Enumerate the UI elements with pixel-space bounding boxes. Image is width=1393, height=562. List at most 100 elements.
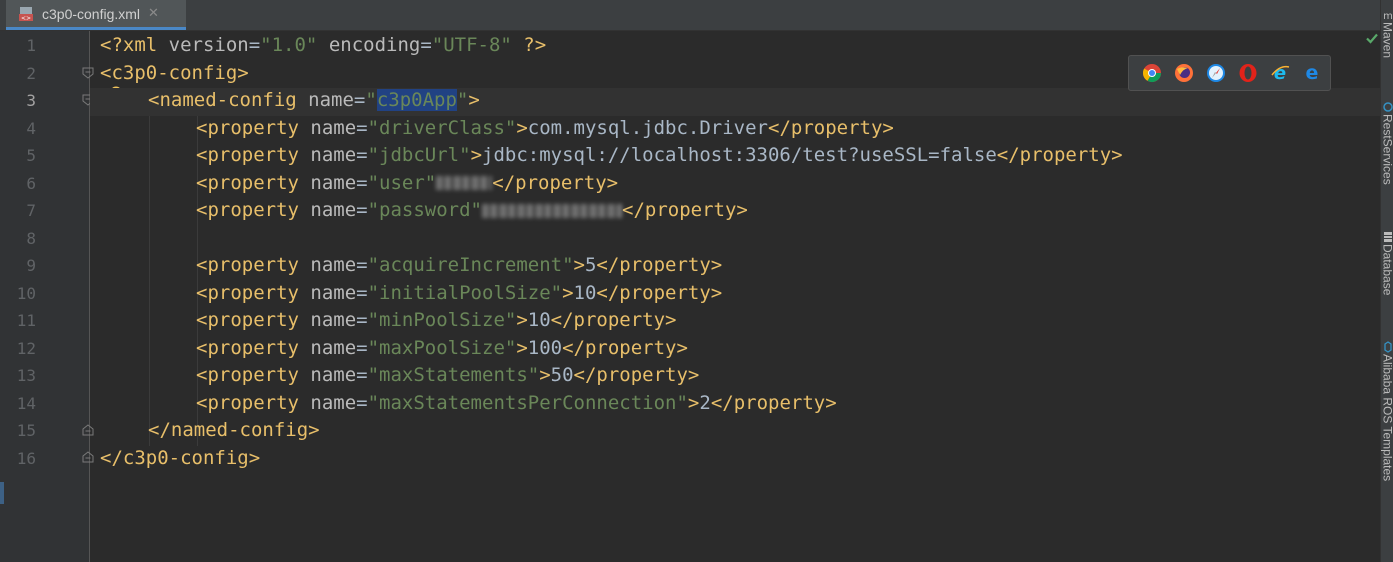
tag-close: > <box>687 391 700 414</box>
attribute-value: "minPoolSize" <box>367 309 517 331</box>
close-icon[interactable]: ✕ <box>148 6 159 21</box>
code-line-11: <property name="minPoolSize">10</propert… <box>196 307 677 335</box>
equals-sign: = <box>356 171 368 194</box>
element-text: com.mysql.jdbc.Driver <box>527 116 768 139</box>
attribute-value: "UTF-8" <box>431 34 512 56</box>
attribute-value: "driverClass" <box>367 116 517 139</box>
database-tool-label: Database <box>1380 244 1393 296</box>
attribute-value: "maxStatements" <box>367 364 540 386</box>
alibaba-ros-templates-tool-label: Alibaba ROS Templates <box>1380 354 1393 482</box>
code-line-16: </c3p0-config> <box>100 445 260 473</box>
tag-close: > <box>516 309 528 331</box>
database-tool-tab[interactable]: Database <box>1381 228 1393 295</box>
equals-sign: = <box>356 391 368 414</box>
open-tag: <c3p0-config> <box>100 61 249 84</box>
close-tag: </property> <box>573 364 700 386</box>
equals-sign: = <box>356 309 368 331</box>
attribute-name: name <box>298 171 357 194</box>
opera-icon[interactable] <box>1237 62 1259 84</box>
line-number: 11 <box>16 311 36 330</box>
scroll-position-marker <box>0 482 4 504</box>
restservices-tool-label: RestServices <box>1380 114 1393 185</box>
indent-guide <box>149 116 150 446</box>
attribute-name: name <box>298 144 357 166</box>
restservices-tool-tab[interactable]: RestServices <box>1381 98 1393 185</box>
firefox-icon[interactable] <box>1173 62 1195 84</box>
element-text: jdbc:mysql://localhost:3306/test?useSSL=… <box>482 144 997 166</box>
line-number: 14 <box>16 393 36 413</box>
attribute-name: name <box>298 391 357 414</box>
chrome-icon[interactable] <box>1141 62 1163 84</box>
attribute-value: "initialPoolSize" <box>367 281 563 304</box>
attribute-name: name <box>298 336 357 359</box>
xml-declaration-close: ?> <box>511 34 547 56</box>
open-tag: <property <box>196 309 299 331</box>
code-line-13: <property name="maxStatements">50</prope… <box>196 362 699 390</box>
open-tag: <property <box>196 364 299 386</box>
line-number: 10 <box>16 283 36 303</box>
open-tag: <property <box>196 391 299 414</box>
attribute-value: "1.0" <box>260 34 318 56</box>
equals-sign: = <box>356 254 368 276</box>
line-number: 5 <box>26 146 36 165</box>
svg-text:m: m <box>1383 11 1393 21</box>
close-tag: </property> <box>622 199 748 221</box>
maven-tool-label: Maven <box>1380 22 1393 59</box>
file-tab[interactable]: <> c3p0-config.xml ✕ <box>6 0 186 30</box>
line-number: 1 <box>26 36 36 55</box>
alibaba-ros-templates-tool-tab[interactable]: Alibaba ROS Templates <box>1381 338 1393 481</box>
maven-tool-tab[interactable]: m Maven <box>1381 6 1393 58</box>
open-tag: <property <box>196 254 299 276</box>
attribute-value: "user" <box>367 171 437 194</box>
close-tag: </property> <box>768 116 894 139</box>
code-editor[interactable]: <?xml version="1.0" encoding="UTF-8" ?> … <box>90 31 1380 562</box>
line-number: 16 <box>16 448 36 468</box>
right-tool-strip: m Maven RestServices Database Alibaba RO… <box>1380 0 1393 562</box>
maven-icon: m <box>1383 6 1393 22</box>
equals-sign: = <box>356 144 368 166</box>
equals-sign: = <box>420 34 432 56</box>
edge-icon[interactable]: e <box>1301 62 1323 84</box>
close-tag: </property> <box>596 281 723 304</box>
code-line-7: <property name="password" </property> <box>196 197 748 225</box>
inspection-ok-check-icon[interactable] <box>1364 30 1380 46</box>
selected-text[interactable]: c3p0App <box>376 89 457 111</box>
internet-explorer-icon[interactable]: e <box>1269 62 1291 84</box>
attribute-name: name <box>296 89 354 111</box>
equals-sign: = <box>356 336 368 359</box>
code-line-4: <property name="driverClass">com.mysql.j… <box>196 115 894 143</box>
line-number: 2 <box>26 63 36 83</box>
attribute-value: "acquireIncrement" <box>367 254 574 276</box>
code-line-6: <property name="user" </property> <box>196 170 618 198</box>
close-tag: </property> <box>550 309 677 331</box>
file-tab-label: c3p0-config.xml <box>42 5 141 22</box>
line-number: 6 <box>26 173 36 193</box>
equals-sign: = <box>356 199 368 221</box>
element-text: 50 <box>550 364 574 386</box>
attribute-value: "jdbcUrl" <box>367 144 471 166</box>
line-number: 9 <box>26 256 36 275</box>
alibaba-cloud-icon <box>1383 338 1393 353</box>
close-tag: </c3p0-config> <box>100 446 261 469</box>
open-tag: <property <box>196 144 299 166</box>
open-tag: <named-config <box>148 89 297 111</box>
element-text: 100 <box>527 336 563 359</box>
attribute-quote: " <box>365 89 377 111</box>
code-line-15: </named-config> <box>148 417 320 445</box>
xml-file-icon: <> <box>18 6 34 22</box>
line-number: 12 <box>16 338 36 358</box>
redacted-value <box>436 176 493 190</box>
open-tag: <property <box>196 171 299 194</box>
open-tag: <property <box>196 336 299 359</box>
code-line-12: <property name="maxPoolSize">100</proper… <box>196 335 688 363</box>
attribute-value: "maxPoolSize" <box>367 336 517 359</box>
equals-sign: = <box>248 34 261 56</box>
close-tag: </property> <box>996 144 1123 166</box>
open-in-browser-bar: e e <box>1128 55 1331 91</box>
rest-services-icon <box>1382 98 1393 112</box>
safari-icon[interactable] <box>1205 62 1227 84</box>
close-tag: </property> <box>562 336 688 359</box>
code-line-14: <property name="maxStatementsPerConnecti… <box>196 390 837 418</box>
tag-close: > <box>562 281 574 304</box>
tag-close: > <box>470 144 483 166</box>
